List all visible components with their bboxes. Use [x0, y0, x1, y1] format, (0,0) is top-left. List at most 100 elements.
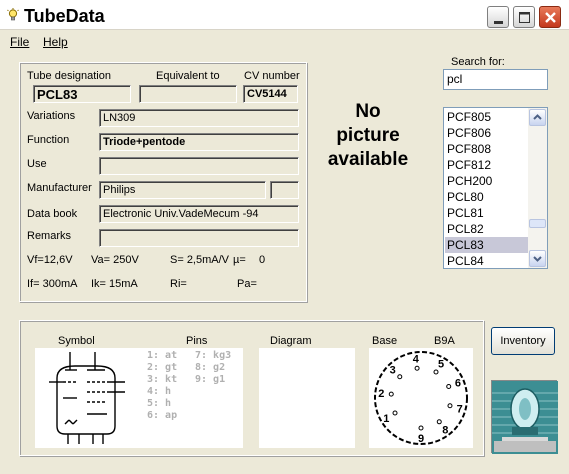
base-pin-hole [446, 384, 452, 390]
pin-entry: 8: g2 [195, 362, 226, 373]
base-type: B9A [434, 335, 455, 347]
base-pin-number: 1 [383, 413, 389, 425]
pins-label: Pins [186, 335, 208, 347]
param-va: Va= 250V [91, 254, 139, 266]
base-pin-hole [392, 410, 398, 416]
no-picture-message: No picture available [318, 100, 418, 172]
designation-label: Tube designation [27, 70, 111, 82]
base-pin-hole [388, 391, 394, 397]
tube-logo-icon [492, 381, 558, 454]
pins-column-2: 7: kg3 8: g2 9: g1 [195, 350, 231, 386]
base-pin-hole [447, 403, 453, 409]
databook-label: Data book [27, 208, 78, 220]
base-pin-hole [414, 365, 420, 371]
menu-help-label: Help [43, 35, 68, 49]
pin-entry: 1: at [147, 350, 178, 361]
variations-field[interactable]: LN309 [99, 109, 299, 127]
close-button[interactable] [539, 6, 561, 28]
maximize-button[interactable] [513, 6, 535, 28]
base-pin-number: 5 [438, 358, 444, 370]
title-bar[interactable]: TubeData [0, 0, 569, 30]
menu-bar: File Help [0, 32, 569, 52]
base-pin-number: 4 [413, 353, 420, 365]
designation-field[interactable]: PCL83 [33, 85, 131, 103]
databook-field[interactable]: Electronic Univ.VadeMecum -94 [99, 205, 299, 223]
base-pin-number: 2 [378, 388, 384, 400]
equivalent-label: Equivalent to [156, 70, 220, 82]
tube-list-item[interactable]: PCL82 [445, 221, 529, 237]
pin-entry: 7: kg3 [195, 350, 232, 361]
param-ri: Ri= [170, 278, 187, 290]
close-icon [545, 12, 556, 23]
base-pin-hole [418, 425, 424, 431]
base-pin-hole [433, 369, 439, 375]
no-picture-line2: picture [336, 125, 400, 146]
tube-list-item[interactable]: PCH200 [445, 173, 529, 189]
param-pa: Pa= [237, 278, 257, 290]
variations-label: Variations [27, 110, 76, 122]
scroll-down-button[interactable] [529, 250, 546, 267]
minimize-icon [494, 21, 503, 24]
symbol-panel [35, 348, 145, 448]
param-if: If= 300mA [27, 278, 78, 290]
window-title: TubeData [24, 6, 105, 26]
tube-list-item[interactable]: PCF805 [445, 109, 529, 125]
function-label: Function [27, 134, 70, 146]
pin-entry: 6: ap [147, 410, 178, 421]
list-scrollbar[interactable] [528, 108, 547, 268]
cv-field[interactable]: CV5144 [243, 85, 298, 103]
scroll-up-button[interactable] [529, 109, 546, 126]
menu-file[interactable]: File [10, 35, 29, 49]
base-pin-hole [436, 419, 442, 425]
diagram-panel [259, 348, 355, 448]
param-mu-value: 0 [259, 254, 266, 266]
remarks-label: Remarks [27, 230, 72, 242]
tube-list[interactable]: PCF805 PCF806 PCF808 PCF812 PCH200 PCL80 PCL81… [443, 107, 548, 269]
manufacturer-field[interactable]: Philips [99, 181, 266, 199]
pins-panel: 1: at 2: gt 3: kt 4: h 5: h 6: ap 7: kg3 8: g2… [145, 348, 243, 448]
tube-list-item[interactable]: PCF806 [445, 125, 529, 141]
symbol-label: Symbol [58, 335, 95, 347]
manufacturer-code-field[interactable] [270, 181, 299, 199]
tube-list-item[interactable]: PCL84 [445, 253, 529, 268]
use-label: Use [27, 158, 47, 170]
tube-list-item[interactable]: PCL83 [445, 237, 529, 253]
inventory-button[interactable]: Inventory [491, 327, 555, 355]
menu-help[interactable]: Help [43, 35, 68, 49]
base-pin-number: 9 [418, 433, 424, 445]
tube-symbol-icon [49, 352, 125, 444]
tube-list-item[interactable]: PCF812 [445, 157, 529, 173]
tube-list-item[interactable]: PCL81 [445, 205, 529, 221]
chevron-down-icon [533, 256, 542, 262]
param-vf: Vf=12,6V [27, 254, 73, 266]
base-pin-number: 8 [442, 425, 448, 437]
base-pinout-icon: 1 23 4 56 78 9 [374, 351, 468, 445]
scroll-thumb[interactable] [529, 219, 546, 228]
pin-entry: 3: kt [147, 374, 178, 385]
base-pin-hole [397, 374, 403, 380]
no-picture-line3: available [327, 149, 409, 170]
param-ik: Ik= 15mA [91, 278, 138, 290]
tube-logo [491, 380, 558, 454]
base-panel: 1 23 4 56 78 9 [369, 348, 473, 448]
base-label: Base [372, 335, 398, 347]
cv-label: CV number [244, 70, 300, 82]
function-field[interactable]: Triode+pentode [99, 133, 299, 151]
tube-list-item[interactable]: PCL80 [445, 189, 529, 205]
pin-entry: 2: gt [147, 362, 178, 373]
pins-column-1: 1: at 2: gt 3: kt 4: h 5: h 6: ap [147, 350, 177, 422]
remarks-field[interactable] [99, 229, 299, 247]
diagram-label: Diagram [270, 335, 312, 347]
minimize-button[interactable] [487, 6, 509, 28]
lightbulb-icon [7, 8, 19, 21]
use-field[interactable] [99, 157, 299, 175]
param-s: S= 2,5mA/V [170, 254, 230, 266]
equivalent-field[interactable] [139, 85, 237, 103]
tube-list-item[interactable]: PCF808 [445, 141, 529, 157]
maximize-icon [519, 12, 530, 23]
base-pin-number: 6 [455, 378, 461, 390]
search-input[interactable]: pcl [443, 69, 548, 90]
pin-entry: 5: h [147, 398, 172, 409]
search-label: Search for: [451, 56, 505, 68]
chevron-up-icon [533, 114, 542, 120]
